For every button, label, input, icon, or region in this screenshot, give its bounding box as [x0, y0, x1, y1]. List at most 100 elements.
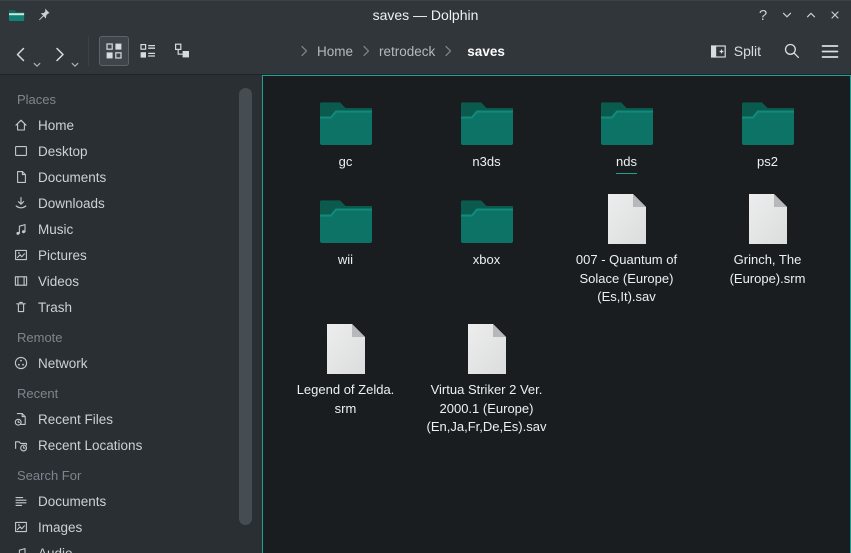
- sidebar-item-label: Images: [38, 520, 82, 535]
- folder-icon: [458, 86, 516, 148]
- breadcrumb-item-retrodeck[interactable]: retrodeck: [376, 44, 438, 59]
- toolbar-separator: [88, 36, 89, 66]
- file-icon: [606, 184, 648, 246]
- split-icon: [710, 43, 727, 60]
- folder-item-xbox[interactable]: xbox: [416, 184, 557, 270]
- item-label: gc: [339, 153, 353, 172]
- download-icon: [13, 195, 29, 211]
- forward-button[interactable]: [50, 38, 76, 64]
- forward-history-caret-icon[interactable]: [71, 62, 79, 68]
- maximize-button[interactable]: [799, 3, 823, 27]
- close-button[interactable]: [823, 3, 847, 27]
- music-icon: [13, 221, 29, 237]
- folder-item-nds[interactable]: nds: [556, 86, 697, 174]
- sidebar-item-network[interactable]: Network: [0, 350, 262, 376]
- sidebar-item-label: Downloads: [38, 196, 105, 211]
- file-item-grinch-the[interactable]: Grinch, The(Europe).srm: [697, 184, 838, 288]
- search-button[interactable]: [783, 42, 801, 60]
- toolbar: Home retrodeck saves Split: [0, 28, 851, 75]
- toolbar-right: Split: [710, 42, 839, 60]
- file-icon: [325, 314, 367, 376]
- music-icon: [13, 545, 29, 553]
- sidebar-section-places: PlacesHome Desktop Documents Downloads Music…: [0, 87, 262, 320]
- breadcrumb: Home retrodeck saves: [294, 44, 508, 59]
- file-item-007-quantum-of[interactable]: 007 - Quantum ofSolace (Europe)(Es,It).s…: [556, 184, 697, 307]
- sidebar-item-music[interactable]: Music: [0, 216, 262, 242]
- folder-item-gc[interactable]: gc: [275, 86, 416, 172]
- sidebar-item-desktop[interactable]: Desktop: [0, 138, 262, 164]
- sidebar-item-label: Desktop: [38, 144, 88, 159]
- sidebar-item-label: Documents: [38, 494, 106, 509]
- folder-icon: [317, 184, 375, 246]
- folder-item-n3ds[interactable]: n3ds: [416, 86, 557, 172]
- back-button[interactable]: [12, 38, 38, 64]
- item-label: nds: [616, 153, 637, 174]
- home-icon: [13, 117, 29, 133]
- help-button[interactable]: ?: [751, 3, 775, 27]
- window-controls: ?: [751, 1, 847, 29]
- sidebar-item-label: Music: [38, 222, 73, 237]
- trash-icon: [13, 299, 29, 315]
- video-icon: [13, 273, 29, 289]
- folder-icon: [598, 86, 656, 148]
- tree-view-button[interactable]: [167, 36, 197, 66]
- sidebar-item-label: Network: [38, 356, 88, 371]
- sidebar-section-remote: Remote Network: [0, 325, 262, 376]
- sidebar-item-recent-locations[interactable]: Recent Locations: [0, 432, 262, 458]
- folder-item-wii[interactable]: wii: [275, 184, 416, 270]
- file-icon: [747, 184, 789, 246]
- recent-files-icon: [13, 411, 29, 427]
- details-view-button[interactable]: [133, 36, 163, 66]
- sidebar-scrollbar-thumb[interactable]: [239, 88, 252, 525]
- sidebar-item-label: Audio: [38, 546, 73, 553]
- item-label: Legend of Zelda.srm: [297, 381, 395, 418]
- dolphin-app-folder-icon: [8, 7, 25, 23]
- breadcrumb-chevron-icon: [444, 45, 452, 57]
- desktop-icon: [13, 143, 29, 159]
- minimize-button[interactable]: [775, 3, 799, 27]
- file-item-legend-of-zelda-[interactable]: Legend of Zelda.srm: [275, 314, 416, 418]
- recent-locations-icon: [13, 437, 29, 453]
- sidebar-section-recent: RecentRecent FilesRecent Locations: [0, 381, 262, 458]
- back-history-caret-icon[interactable]: [33, 62, 41, 68]
- item-label: Grinch, The(Europe).srm: [730, 251, 806, 288]
- places-panel: PlacesHome Desktop Documents Downloads Music…: [0, 75, 262, 553]
- item-label: Virtua Striker 2 Ver.2000.1 (Europe)(En,…: [427, 381, 547, 437]
- folder-view[interactable]: gc n3ds nds ps2 wii xbox 007 - Quantum o…: [262, 75, 851, 553]
- sidebar-item-label: Recent Files: [38, 412, 113, 427]
- folder-icon: [317, 86, 375, 148]
- sidebar-item-pictures[interactable]: Pictures: [0, 242, 262, 268]
- item-label: n3ds: [472, 153, 500, 172]
- sidebar-section-title: Remote: [0, 325, 262, 350]
- sidebar-item-recent-files[interactable]: Recent Files: [0, 406, 262, 432]
- file-item-virtua-striker-2-ver-[interactable]: Virtua Striker 2 Ver.2000.1 (Europe)(En,…: [416, 314, 557, 437]
- document-icon: [13, 169, 29, 185]
- sidebar-item-audio[interactable]: Audio: [0, 540, 262, 553]
- dolphin-window: saves — Dolphin ? Home retrodeck saves: [0, 0, 851, 553]
- split-button[interactable]: Split: [710, 43, 761, 60]
- folder-item-ps2[interactable]: ps2: [697, 86, 838, 172]
- file-icon: [466, 314, 508, 376]
- sidebar-item-label: Trash: [38, 300, 72, 315]
- sidebar-item-documents[interactable]: Documents: [0, 488, 262, 514]
- breadcrumb-item-home[interactable]: Home: [314, 44, 356, 59]
- breadcrumb-item-saves[interactable]: saves: [458, 44, 508, 59]
- window-title: saves — Dolphin: [0, 7, 851, 23]
- sidebar-item-images[interactable]: Images: [0, 514, 262, 540]
- sidebar-item-downloads[interactable]: Downloads: [0, 190, 262, 216]
- sidebar-item-videos[interactable]: Videos: [0, 268, 262, 294]
- sidebar-item-home[interactable]: Home: [0, 112, 262, 138]
- item-label: ps2: [757, 153, 778, 172]
- breadcrumb-chevron-icon: [362, 45, 370, 57]
- sidebar-section-title: Search For: [0, 463, 262, 488]
- hamburger-menu-button[interactable]: [821, 44, 839, 59]
- icons-view-button[interactable]: [99, 36, 129, 66]
- sidebar-item-label: Videos: [38, 274, 79, 289]
- sidebar-item-documents[interactable]: Documents: [0, 164, 262, 190]
- sidebar-item-trash[interactable]: Trash: [0, 294, 262, 320]
- sidebar-item-label: Recent Locations: [38, 438, 142, 453]
- sidebar-section-title: Places: [0, 87, 262, 112]
- folder-icon: [458, 184, 516, 246]
- pin-icon[interactable]: [36, 7, 51, 22]
- sidebar-item-label: Documents: [38, 170, 106, 185]
